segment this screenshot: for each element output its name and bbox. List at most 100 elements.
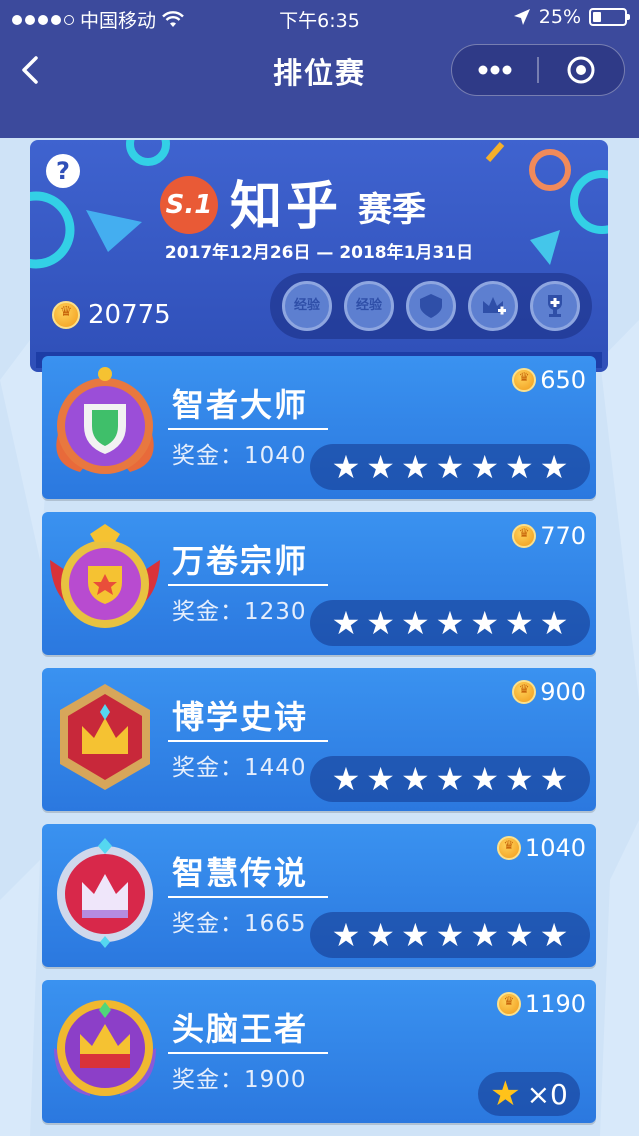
nav-bar: 排位赛 <box>0 36 639 104</box>
close-mini-program-button[interactable] <box>539 45 624 95</box>
season-number-badge: S.1 <box>160 176 218 234</box>
rank-underline <box>168 1052 328 1054</box>
entry-cost: 900 <box>512 678 586 706</box>
star-icon: ★ <box>366 448 395 486</box>
rank-card-1[interactable]: 智者大师 奖金：1040 650 ★★★★★★★ <box>42 356 596 499</box>
entry-cost-value: 900 <box>540 678 586 706</box>
target-circle-icon <box>567 56 595 84</box>
silver-crown-emblem-icon <box>57 838 153 948</box>
rank-underline <box>168 584 328 586</box>
badge-exp[interactable]: 经验 <box>282 281 332 331</box>
star-icon: ★ <box>366 916 395 954</box>
badge-trophy-plus[interactable] <box>530 281 580 331</box>
rank-name: 智者大师 <box>172 386 309 424</box>
badge-crown-plus[interactable] <box>468 281 518 331</box>
coin-icon <box>52 301 80 329</box>
battery-percent: 25% <box>538 6 581 28</box>
star-icon: ★ <box>505 760 534 798</box>
star-icon: ★ <box>331 604 361 642</box>
star-count: ★ ×0 <box>478 1072 580 1116</box>
entry-cost: 770 <box>512 522 586 550</box>
star-icon: ★ <box>435 760 465 798</box>
help-button[interactable]: ? <box>46 154 80 188</box>
shield-icon <box>420 294 442 318</box>
star-icon: ★ <box>505 916 534 954</box>
star-icon: ★ <box>505 604 534 642</box>
gold-star-icon: ★ <box>490 1074 521 1114</box>
star-icon: ★ <box>435 448 465 486</box>
star-icon: ★ <box>331 916 361 954</box>
coin-icon <box>496 992 521 1016</box>
rank-card-2[interactable]: 万卷宗师 奖金：1230 770 ★★★★★★★ <box>42 512 596 655</box>
crown-hexagon-emblem-icon <box>60 684 150 790</box>
coin-icon <box>496 836 521 860</box>
status-right: 25% <box>513 6 630 28</box>
battery-icon <box>589 8 630 26</box>
star-icon: ★ <box>470 604 500 642</box>
rank-underline <box>168 740 328 742</box>
star-icon: ★ <box>400 760 430 798</box>
wings-trophy-emblem-icon <box>50 524 160 628</box>
coin-balance: 20775 <box>52 300 171 330</box>
entry-cost-value: 770 <box>540 522 586 550</box>
shield-clover-emblem-icon <box>56 367 154 474</box>
star-progress: ★ ★ ★ ★ ★ ★ ★ <box>310 600 590 646</box>
star-progress: ★ ★ ★ ★ ★ ★ ★ <box>310 444 590 490</box>
star-icon: ★ <box>470 448 500 486</box>
rank-prize: 奖金：1040 <box>172 443 307 469</box>
rank-name: 头脑王者 <box>172 1010 309 1048</box>
entry-cost-value: 1040 <box>524 834 586 862</box>
star-icon: ★ <box>400 448 430 486</box>
rank-underline <box>168 428 328 430</box>
mini-program-capsule <box>451 44 625 96</box>
star-icon: ★ <box>366 604 395 642</box>
rank-prize: 奖金：1230 <box>172 599 307 625</box>
badge-exp-up[interactable]: 经验 <box>344 281 394 331</box>
status-bar: 中国移动 下午6:35 25% <box>0 0 639 36</box>
coin-icon <box>512 524 537 548</box>
trophy-icon <box>548 295 562 317</box>
entry-cost: 1040 <box>496 834 586 862</box>
star-icon: ★ <box>470 760 500 798</box>
star-icon: ★ <box>366 760 395 798</box>
badge-shield-arrow[interactable] <box>406 281 456 331</box>
rank-card-3[interactable]: 博学史诗 奖金：1440 900 ★★★★★★★ <box>42 668 596 811</box>
star-progress: ★ ★ ★ ★ ★ ★ ★ <box>310 912 590 958</box>
season-label: 赛季 <box>358 190 426 230</box>
star-icon: ★ <box>400 604 430 642</box>
entry-cost-value: 650 <box>540 366 586 394</box>
rank-prize: 奖金：1665 <box>172 911 307 937</box>
rank-name: 博学史诗 <box>172 698 309 736</box>
star-icon: ★ <box>435 604 465 642</box>
rank-prize: 奖金：1900 <box>172 1067 307 1093</box>
season-dates: 2017年12月26日 — 2018年1月31日 <box>164 243 474 263</box>
header-band <box>0 104 639 138</box>
location-arrow-icon <box>513 9 530 25</box>
star-icon: ★ <box>539 916 569 954</box>
rank-name: 万卷宗师 <box>172 542 309 580</box>
coin-icon <box>512 680 537 704</box>
star-icon: ★ <box>539 760 569 798</box>
star-progress: ★ ★ ★ ★ ★ ★ ★ <box>310 756 590 802</box>
coin-icon <box>512 368 537 392</box>
king-crown-emblem-icon <box>54 1000 156 1096</box>
more-button[interactable] <box>452 45 537 95</box>
rank-card-5[interactable]: 头脑王者 奖金：1900 1190 ★ ×0 <box>42 980 596 1123</box>
rank-prize: 奖金：1440 <box>172 755 307 781</box>
star-count-value: ×0 <box>526 1077 568 1111</box>
season-badge-row: 经验 经验 <box>270 273 592 339</box>
rank-name: 智慧传说 <box>172 854 309 892</box>
crown-plus-icon <box>483 297 506 315</box>
star-icon: ★ <box>470 916 500 954</box>
star-icon: ★ <box>539 448 569 486</box>
rank-card-4[interactable]: 智慧传说 奖金：1665 1040 ★★★★★★★ <box>42 824 596 967</box>
rank-underline <box>168 896 328 898</box>
star-icon: ★ <box>400 916 430 954</box>
season-banner: ? S.1 知乎 赛季 2017年12月26日 — 2018年1月31日 207… <box>30 140 608 372</box>
star-icon: ★ <box>331 448 361 486</box>
star-icon: ★ <box>435 916 465 954</box>
entry-cost: 1190 <box>496 990 586 1018</box>
entry-cost-value: 1190 <box>524 990 586 1018</box>
star-icon: ★ <box>505 448 534 486</box>
star-icon: ★ <box>331 760 361 798</box>
